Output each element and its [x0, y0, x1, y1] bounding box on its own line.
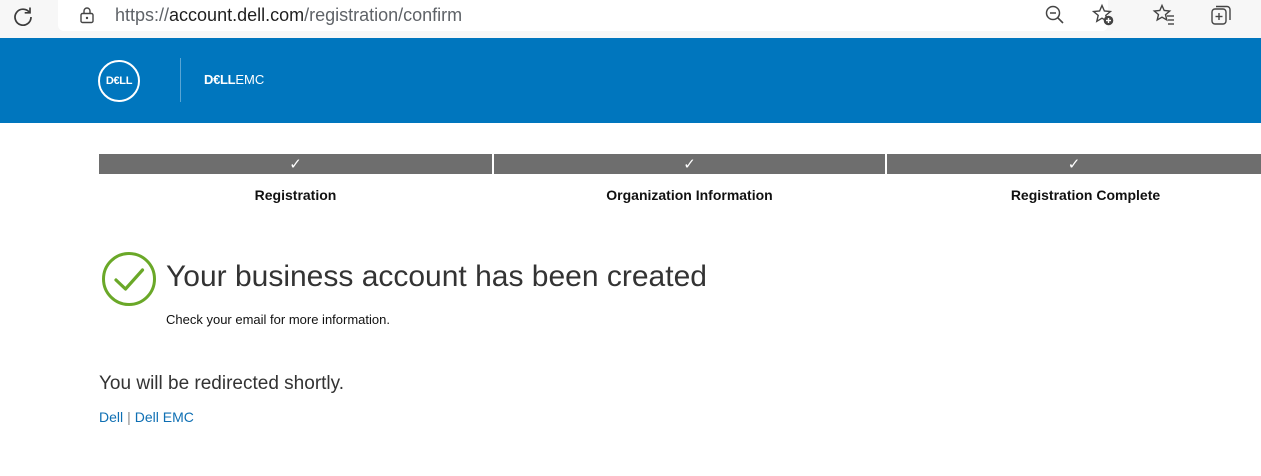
step-label: Organization Information — [606, 187, 773, 203]
dell-emc-logo[interactable]: D€LLEMC — [204, 72, 264, 88]
step-bar: ✓ — [494, 154, 885, 174]
footer-links: Dell | Dell EMC — [99, 409, 194, 426]
checkmark-icon: ✓ — [683, 156, 696, 173]
url-text[interactable]: https://account.dell.com/registration/co… — [115, 4, 462, 26]
dell-emc-link[interactable]: Dell EMC — [135, 409, 194, 425]
url-scheme: https:// — [115, 5, 170, 25]
confirmation-headline: Your business account has been created — [166, 260, 707, 293]
dell-emc-logo-bold: D€LL — [204, 72, 236, 87]
collections-button[interactable] — [1208, 2, 1234, 28]
dell-logo-text: D€LL — [105, 75, 133, 87]
add-favorite-button[interactable] — [1090, 2, 1116, 28]
zoom-out-icon — [1045, 5, 1064, 24]
step-registration-complete: ✓ Registration Complete — [887, 154, 1261, 210]
dell-logo[interactable]: D€LL — [98, 60, 140, 102]
checkmark-icon: ✓ — [1067, 156, 1081, 173]
step-bar: ✓ — [887, 154, 1261, 174]
add-favorite-icon — [1091, 3, 1114, 26]
step-bar: ✓ — [99, 154, 492, 174]
confirmation-subtext: Check your email for more information. — [166, 312, 390, 327]
browser-toolbar: https://account.dell.com/registration/co… — [0, 0, 1261, 38]
url-domain: account.dell.com — [169, 5, 305, 25]
lock-icon[interactable] — [78, 5, 96, 25]
favorites-button[interactable] — [1151, 2, 1177, 28]
site-header: D€LL D€LLEMC — [0, 38, 1261, 123]
zoom-out-button[interactable] — [1042, 2, 1068, 28]
step-label: Registration Complete — [1010, 187, 1161, 203]
dell-link[interactable]: Dell — [99, 409, 123, 425]
address-bar[interactable]: https://account.dell.com/registration/co… — [58, 0, 1108, 31]
link-separator: | — [127, 409, 131, 425]
header-divider — [180, 58, 181, 102]
redirect-message: You will be redirected shortly. — [99, 373, 345, 394]
step-label: Registration — [254, 187, 337, 203]
collections-icon — [1211, 5, 1231, 25]
registration-progress: ✓ Registration ✓ Organization Informatio… — [99, 154, 1261, 210]
step-registration: ✓ Registration — [99, 154, 492, 210]
success-check-icon — [102, 252, 156, 306]
url-path: /registration/confirm — [304, 5, 463, 25]
dell-emc-logo-light: EMC — [235, 72, 265, 87]
reload-button[interactable] — [10, 3, 36, 29]
checkmark-icon: ✓ — [289, 156, 302, 173]
step-organization-information: ✓ Organization Information — [494, 154, 885, 210]
favorites-icon — [1152, 3, 1174, 25]
reload-icon — [14, 7, 32, 26]
